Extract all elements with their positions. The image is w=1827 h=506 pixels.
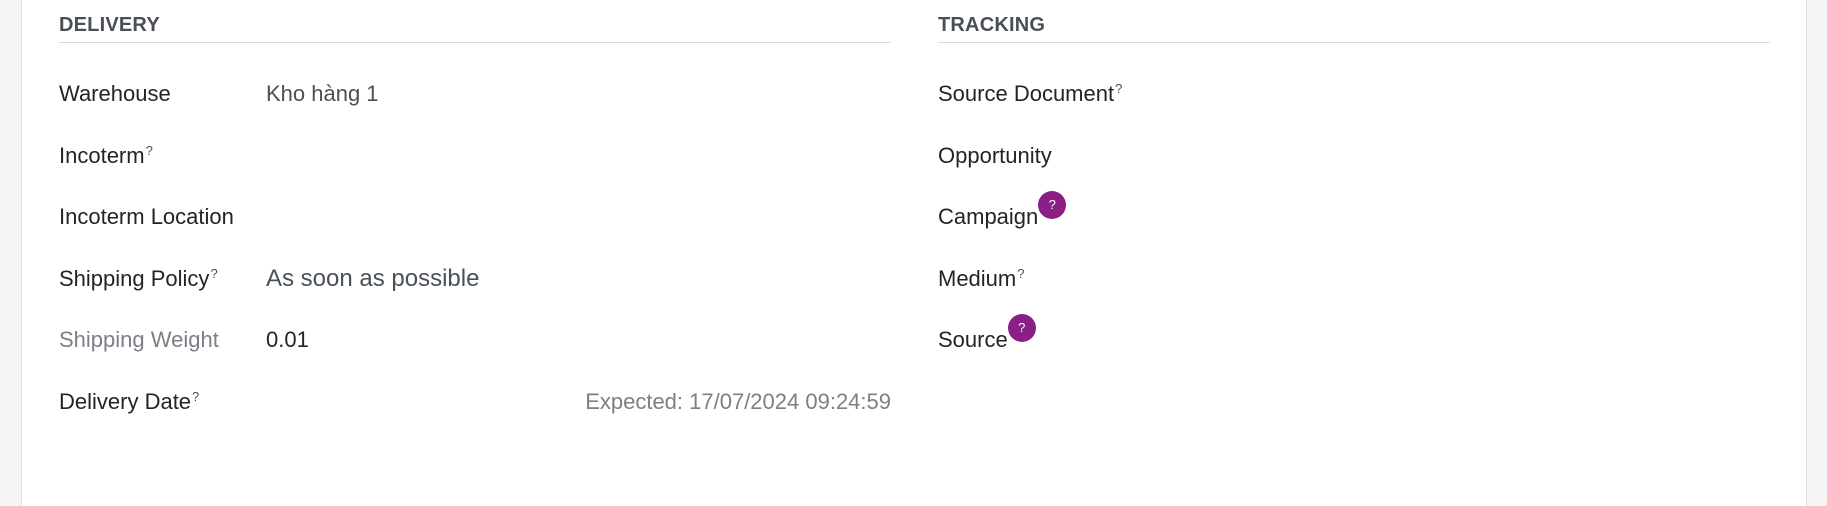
- medium-row: Medium?: [938, 259, 1770, 299]
- delivery-separator: [59, 42, 891, 43]
- opportunity-field[interactable]: [1145, 136, 1745, 176]
- source-field[interactable]: [1145, 320, 1745, 360]
- shipping-weight-value: 0.01: [266, 327, 309, 352]
- shipping-weight-label: Shipping Weight: [59, 327, 219, 352]
- delivery-date-row: Delivery Date? Expected: 17/07/2024 09:2…: [59, 382, 891, 422]
- incoterm-field[interactable]: [266, 136, 866, 176]
- incoterm-label: Incoterm?: [59, 142, 153, 168]
- incoterm-location-field[interactable]: [266, 197, 866, 237]
- tracking-section-title: TRACKING: [938, 14, 1046, 36]
- delivery-section-title: DELIVERY: [59, 14, 160, 36]
- campaign-row: Campaign?: [938, 191, 1770, 237]
- incoterm-location-row: Incoterm Location: [59, 197, 891, 237]
- incoterm-location-label: Incoterm Location: [59, 204, 234, 229]
- warehouse-row: Warehouse Kho hàng 1: [59, 74, 891, 114]
- campaign-field[interactable]: [1145, 197, 1745, 237]
- warehouse-field[interactable]: Kho hàng 1: [266, 74, 379, 114]
- campaign-label: Campaign?: [938, 191, 1067, 237]
- shipping-policy-select[interactable]: As soon as possible: [266, 259, 479, 299]
- delivery-date-expected: Expected: 17/07/2024 09:24:59: [585, 389, 891, 414]
- delivery-date-label: Delivery Date?: [59, 388, 200, 414]
- source-row: Source?: [938, 314, 1770, 360]
- source-help-icon[interactable]: ?: [1007, 314, 1036, 342]
- incoterm-row: Incoterm?: [59, 136, 891, 176]
- medium-help-icon[interactable]: ?: [1017, 266, 1024, 281]
- form-sheet: DELIVERY Warehouse Kho hàng 1 Incoterm? …: [21, 0, 1807, 506]
- warehouse-label: Warehouse: [59, 81, 171, 106]
- medium-field[interactable]: [1145, 259, 1745, 299]
- opportunity-row: Opportunity: [938, 136, 1770, 176]
- source-document-row: Source Document?: [938, 74, 1770, 114]
- source-document-field[interactable]: [1145, 74, 1745, 114]
- shipping-policy-help-icon[interactable]: ?: [210, 266, 217, 281]
- shipping-weight-row: Shipping Weight 0.01: [59, 320, 891, 360]
- shipping-policy-label: Shipping Policy?: [59, 265, 218, 291]
- source-document-help-icon[interactable]: ?: [1115, 81, 1122, 96]
- shipping-policy-row: Shipping Policy? As soon as possible: [59, 259, 891, 299]
- medium-label: Medium?: [938, 265, 1025, 291]
- opportunity-label: Opportunity: [938, 143, 1052, 168]
- delivery-date-help-icon[interactable]: ?: [192, 389, 199, 404]
- tracking-separator: [938, 42, 1770, 43]
- incoterm-help-icon[interactable]: ?: [146, 143, 153, 158]
- source-document-label: Source Document?: [938, 80, 1123, 106]
- campaign-help-icon[interactable]: ?: [1038, 191, 1067, 219]
- source-label: Source?: [938, 314, 1036, 360]
